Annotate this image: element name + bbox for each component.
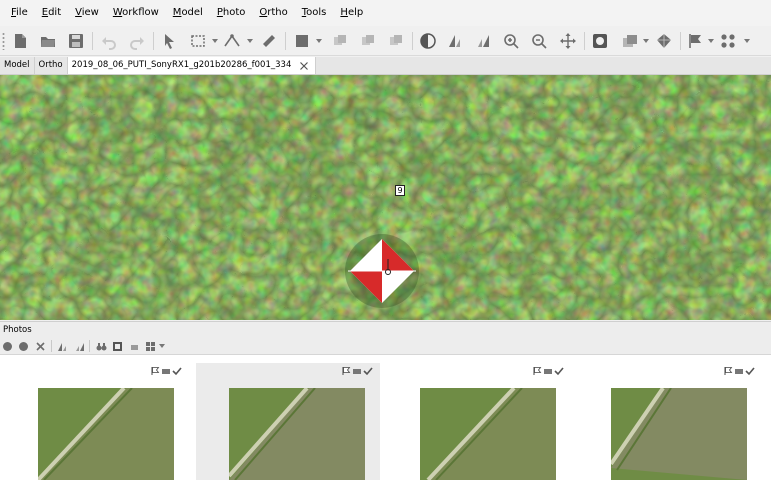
photos-list	[0, 355, 771, 480]
photo-viewport[interactable]: 9	[0, 75, 771, 320]
move-icon[interactable]	[556, 29, 580, 53]
photo-status	[341, 365, 373, 377]
mesh-icon[interactable]	[652, 29, 676, 53]
mask-add-icon[interactable]	[356, 29, 380, 53]
binoculars-icon[interactable]	[94, 339, 108, 353]
zoom-out-icon[interactable]	[527, 29, 551, 53]
menu-view[interactable]: View	[68, 0, 106, 26]
menu-bar: File Edit View Workflow Model Photo Orth…	[0, 0, 771, 26]
menu-model[interactable]: Model	[166, 0, 210, 26]
check-icon	[745, 367, 755, 376]
photo-thumbnail[interactable]	[196, 363, 380, 480]
mask-subtract-icon[interactable]	[384, 29, 408, 53]
check-icon	[172, 367, 182, 376]
menu-tools[interactable]: Tools	[295, 0, 334, 26]
photo-status	[150, 365, 182, 377]
menu-file[interactable]: File	[4, 0, 35, 26]
pointer-icon[interactable]	[157, 29, 181, 53]
shaded-mode-icon[interactable]	[290, 29, 314, 53]
chevron-down-icon[interactable]	[316, 38, 322, 44]
check-icon	[554, 367, 564, 376]
menu-photo[interactable]: Photo	[210, 0, 253, 26]
view-mode-icon[interactable]	[143, 339, 157, 353]
aerial-photo	[0, 75, 771, 320]
photo-image	[38, 388, 174, 480]
toolbar-separator	[584, 32, 585, 50]
layer-icon[interactable]	[618, 29, 642, 53]
menu-help[interactable]: Help	[333, 0, 370, 26]
tab-photo-label: 2019_08_06_PUTI_SonyRX1_g201b20286_f001_…	[71, 60, 292, 70]
photo-thumbnail[interactable]	[387, 363, 571, 480]
ruler-icon[interactable]	[257, 29, 281, 53]
check-icon	[363, 367, 373, 376]
marker-label[interactable]: 9	[395, 185, 405, 196]
tab-ortho[interactable]: Ortho	[35, 57, 68, 74]
flag-icon	[151, 367, 160, 375]
save-icon[interactable]	[64, 29, 88, 53]
photo-image	[611, 388, 747, 480]
new-document-icon[interactable]	[8, 29, 32, 53]
chevron-down-icon[interactable]	[159, 343, 165, 349]
redo-icon[interactable]	[125, 29, 149, 53]
add-photo-icon[interactable]	[0, 339, 14, 353]
rotate-right-icon[interactable]	[471, 29, 495, 53]
markers-icon[interactable]	[716, 29, 740, 53]
flag-icon	[342, 367, 351, 375]
camera-icon	[162, 369, 170, 374]
menu-workflow[interactable]: Workflow	[106, 0, 166, 26]
camera-icon	[353, 369, 361, 374]
toolbar-separator	[51, 340, 52, 352]
frame-icon[interactable]	[110, 339, 124, 353]
close-icon[interactable]	[299, 61, 309, 71]
menu-ortho[interactable]: Ortho	[252, 0, 294, 26]
photo-thumbnail[interactable]	[5, 363, 189, 480]
camera-icon	[735, 369, 743, 374]
rotate-right-icon[interactable]	[72, 339, 86, 353]
chevron-down-icon[interactable]	[708, 38, 714, 44]
toolbar-separator	[680, 32, 681, 50]
close-icon[interactable]	[33, 339, 47, 353]
toolbar-separator	[92, 32, 93, 50]
rotate-left-icon[interactable]	[443, 29, 467, 53]
document-tab-bar: Model Ortho 2019_08_06_PUTI_SonyRX1_g201…	[0, 57, 771, 75]
undo-icon[interactable]	[97, 29, 121, 53]
zoom-in-icon[interactable]	[499, 29, 523, 53]
chevron-down-icon[interactable]	[212, 38, 218, 44]
remove-photo-icon[interactable]	[16, 339, 30, 353]
camera-icon[interactable]	[127, 339, 141, 353]
toolbar-separator	[412, 32, 413, 50]
tab-model[interactable]: Model	[0, 57, 35, 74]
photos-toolbar	[0, 337, 771, 355]
chevron-down-icon[interactable]	[643, 38, 649, 44]
rotate-left-icon[interactable]	[55, 339, 69, 353]
main-toolbar	[0, 26, 771, 56]
toolbar-separator	[285, 32, 286, 50]
flag-icon	[724, 367, 733, 375]
polyline-icon[interactable]	[220, 29, 244, 53]
photo-status	[532, 365, 564, 377]
rectangle-selection-icon[interactable]	[186, 29, 210, 53]
camera-icon	[544, 369, 552, 374]
photos-pane-title: Photos	[0, 321, 771, 337]
ground-target-marker	[345, 234, 419, 308]
toolbar-grip[interactable]	[2, 32, 5, 50]
chevron-down-icon[interactable]	[247, 38, 253, 44]
mask-icon[interactable]	[328, 29, 352, 53]
open-folder-icon[interactable]	[36, 29, 60, 53]
chevron-down-icon[interactable]	[744, 38, 750, 44]
menu-edit[interactable]: Edit	[35, 0, 68, 26]
flag-icon	[533, 367, 542, 375]
photo-image	[229, 388, 365, 480]
toolbar-separator	[153, 32, 154, 50]
toolbar-separator	[89, 340, 90, 352]
contrast-icon[interactable]	[416, 29, 440, 53]
tab-photo[interactable]: 2019_08_06_PUTI_SonyRX1_g201b20286_f001_…	[67, 57, 317, 74]
photo-status	[723, 365, 755, 377]
photo-image	[420, 388, 556, 480]
photo-thumbnail[interactable]	[578, 363, 762, 480]
frame-icon[interactable]	[588, 29, 612, 53]
flag-icon[interactable]	[683, 29, 707, 53]
